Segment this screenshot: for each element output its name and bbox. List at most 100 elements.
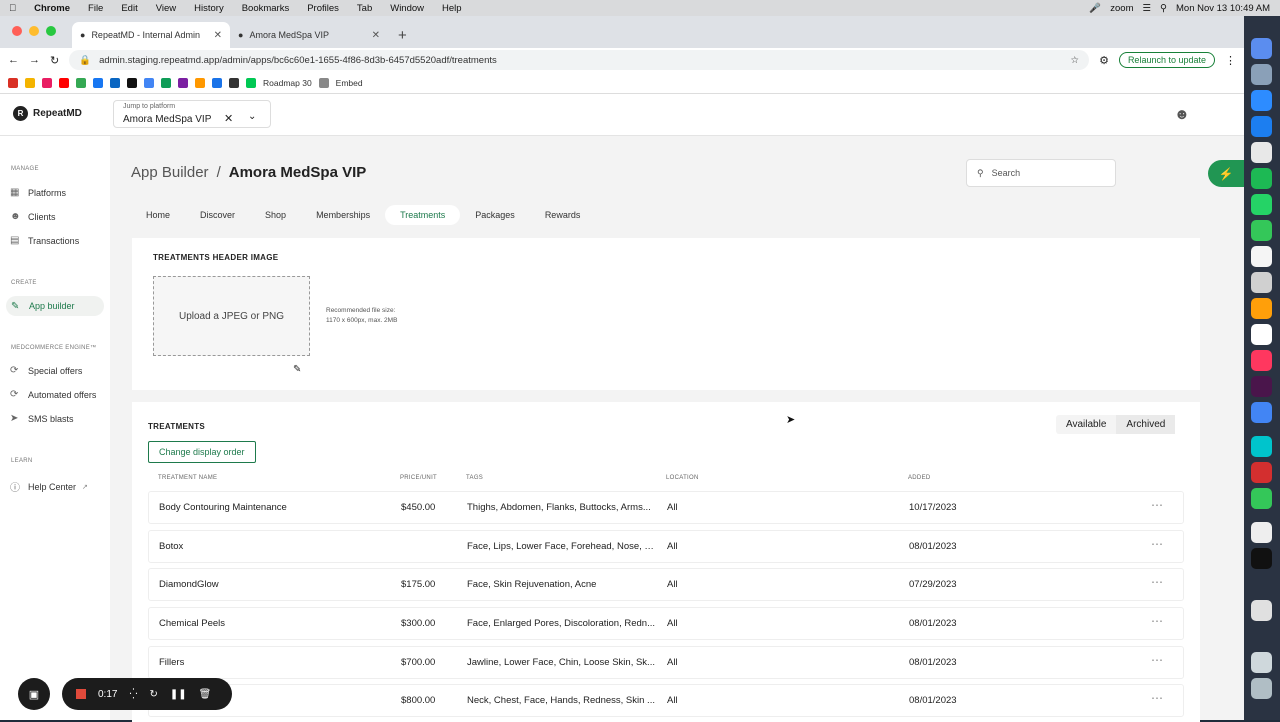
calendar-icon[interactable] bbox=[1251, 324, 1272, 345]
bookmark-icon[interactable] bbox=[212, 77, 222, 88]
sidebar-item-transactions[interactable]: ▤ Transactions bbox=[10, 235, 79, 246]
tab-memberships[interactable]: Memberships bbox=[301, 205, 385, 225]
mic-icon[interactable]: 🎤 bbox=[1089, 3, 1101, 14]
toggle-available[interactable]: Available bbox=[1056, 415, 1116, 434]
address-bar[interactable]: 🔒 admin.staging.repeatmd.app/admin/apps/… bbox=[69, 50, 1090, 70]
menu-edit[interactable]: Edit bbox=[112, 3, 146, 14]
photos-icon[interactable] bbox=[1251, 298, 1272, 319]
tab-home[interactable]: Home bbox=[131, 205, 185, 225]
zoom-status[interactable]: zoom bbox=[1110, 3, 1133, 14]
repeatmd-logo[interactable]: R RepeatMD bbox=[13, 106, 82, 121]
zoom-window-button[interactable] bbox=[46, 26, 56, 36]
slack-dock-icon[interactable] bbox=[1251, 376, 1272, 397]
bookmark-roadmap[interactable]: Roadmap 30 bbox=[263, 78, 312, 88]
bookmark-embed[interactable]: Embed bbox=[336, 78, 363, 88]
breadcrumb-root[interactable]: App Builder bbox=[131, 164, 209, 181]
more-options-icon[interactable]: ⋯ bbox=[1151, 691, 1163, 705]
whatsapp-icon[interactable] bbox=[1251, 194, 1272, 215]
drive-icon[interactable] bbox=[76, 77, 86, 88]
sidebar-item-clients[interactable]: ☻ Clients bbox=[10, 211, 56, 222]
trash-icon[interactable]: 🗑 bbox=[199, 689, 212, 700]
extensions-icon[interactable]: ⚙ bbox=[1099, 54, 1109, 67]
camera-icon[interactable]: ▣ bbox=[18, 678, 50, 710]
restart-icon[interactable]: ↻ bbox=[149, 689, 157, 700]
clear-icon[interactable]: ✕ bbox=[224, 112, 233, 125]
app-icon[interactable] bbox=[1251, 64, 1272, 85]
table-row[interactable]: Botox Face, Lips, Lower Face, Forehead, … bbox=[148, 530, 1184, 563]
browser-tab-active[interactable]: ● RepeatMD - Internal Admin ✕ bbox=[72, 22, 230, 48]
menu-tab[interactable]: Tab bbox=[348, 3, 381, 14]
more-options-icon[interactable]: ⋯ bbox=[1151, 537, 1163, 551]
table-row[interactable]: Fillers $700.00 Jawline, Lower Face, Chi… bbox=[148, 646, 1184, 679]
tab-shop[interactable]: Shop bbox=[250, 205, 301, 225]
tab-rewards[interactable]: Rewards bbox=[530, 205, 596, 225]
gmail-icon[interactable] bbox=[8, 77, 18, 88]
facebook-icon[interactable] bbox=[93, 77, 103, 88]
star-icon[interactable]: ☆ bbox=[1071, 55, 1080, 66]
change-display-order-button[interactable]: Change display order bbox=[148, 441, 256, 463]
news-icon[interactable] bbox=[1251, 350, 1272, 371]
app-icon[interactable] bbox=[1251, 142, 1272, 163]
clock[interactable]: Mon Nov 13 10:49 AM bbox=[1176, 3, 1270, 14]
facetime-icon[interactable] bbox=[1251, 488, 1272, 509]
back-icon[interactable]: ← bbox=[8, 54, 19, 66]
github-icon[interactable] bbox=[127, 77, 137, 88]
menu-dots-icon[interactable]: ⋮ bbox=[1225, 54, 1236, 67]
sheets-icon[interactable] bbox=[161, 77, 171, 88]
menu-profiles[interactable]: Profiles bbox=[298, 3, 348, 14]
chrome-icon[interactable] bbox=[1251, 402, 1272, 423]
new-tab-button[interactable]: + bbox=[388, 27, 417, 48]
embed-icon[interactable] bbox=[318, 77, 329, 88]
chevron-down-icon[interactable]: ⌄ bbox=[248, 111, 256, 122]
slack-icon[interactable] bbox=[178, 77, 188, 88]
grid-icon[interactable]: ⁛ bbox=[129, 689, 137, 700]
jump-to-platform-select[interactable]: Jump to platform Amora MedSpa VIP ✕ ⌄ bbox=[113, 100, 271, 128]
document-icon[interactable] bbox=[1251, 600, 1272, 621]
finder-icon[interactable] bbox=[1251, 38, 1272, 59]
sidebar-item-automated-offers[interactable]: ⟳ Automated offers bbox=[10, 389, 96, 400]
menu-chrome[interactable]: Chrome bbox=[25, 3, 79, 14]
more-options-icon[interactable]: ⋯ bbox=[1151, 498, 1163, 512]
table-row[interactable]: $800.00 Neck, Chest, Face, Hands, Rednes… bbox=[148, 684, 1184, 717]
close-tab-icon[interactable]: ✕ bbox=[372, 30, 380, 41]
messages-icon[interactable] bbox=[1251, 220, 1272, 241]
menu-window[interactable]: Window bbox=[381, 3, 433, 14]
close-window-button[interactable] bbox=[12, 26, 22, 36]
tab-treatments[interactable]: Treatments bbox=[385, 205, 461, 225]
search-input[interactable]: ⚲ Search bbox=[966, 159, 1116, 187]
user-icon[interactable]: ☻ bbox=[1174, 106, 1190, 123]
bookmark-icon[interactable] bbox=[195, 77, 205, 88]
menu-view[interactable]: View bbox=[147, 3, 185, 14]
app-store-icon[interactable] bbox=[1251, 116, 1272, 137]
pause-icon[interactable]: ❚❚ bbox=[170, 689, 187, 700]
linkedin-icon[interactable] bbox=[110, 77, 120, 88]
sidebar-item-platforms[interactable]: ▦ Platforms bbox=[10, 187, 66, 198]
terminal-icon[interactable] bbox=[1251, 548, 1272, 569]
table-row[interactable]: Body Contouring Maintenance $450.00 Thig… bbox=[148, 491, 1184, 524]
more-options-icon[interactable]: ⋯ bbox=[1151, 653, 1163, 667]
sidebar-item-sms-blasts[interactable]: ➤ SMS blasts bbox=[10, 413, 74, 424]
table-row[interactable]: Chemical Peels $300.00 Face, Enlarged Po… bbox=[148, 607, 1184, 640]
canva-icon[interactable] bbox=[1251, 436, 1272, 457]
close-tab-icon[interactable]: ✕ bbox=[214, 30, 222, 41]
wifi-icon[interactable]: ☰ bbox=[1143, 3, 1152, 14]
sidebar-item-app-builder[interactable]: ✎ App builder bbox=[6, 296, 104, 316]
edit-pencil-icon[interactable]: ✎ bbox=[293, 364, 301, 375]
menu-help[interactable]: Help bbox=[433, 3, 471, 14]
toggle-archived[interactable]: Archived bbox=[1116, 415, 1176, 434]
docs-icon[interactable] bbox=[144, 77, 154, 88]
table-row[interactable]: DiamondGlow $175.00 Face, Skin Rejuvenat… bbox=[148, 568, 1184, 601]
bookmark-icon[interactable] bbox=[25, 77, 35, 88]
tab-discover[interactable]: Discover bbox=[185, 205, 250, 225]
relaunch-button[interactable]: Relaunch to update bbox=[1118, 52, 1215, 68]
stop-record-button[interactable] bbox=[76, 689, 86, 699]
more-options-icon[interactable]: ⋯ bbox=[1151, 575, 1163, 589]
tab-packages[interactable]: Packages bbox=[460, 205, 530, 225]
search-icon[interactable]: ⚲ bbox=[1160, 3, 1167, 14]
menu-file[interactable]: File bbox=[79, 3, 112, 14]
youtube-icon[interactable] bbox=[59, 77, 69, 88]
menu-bookmarks[interactable]: Bookmarks bbox=[233, 3, 299, 14]
document-icon[interactable] bbox=[1251, 522, 1272, 543]
apple-icon[interactable]:  bbox=[0, 3, 25, 14]
notes-icon[interactable] bbox=[1251, 246, 1272, 267]
